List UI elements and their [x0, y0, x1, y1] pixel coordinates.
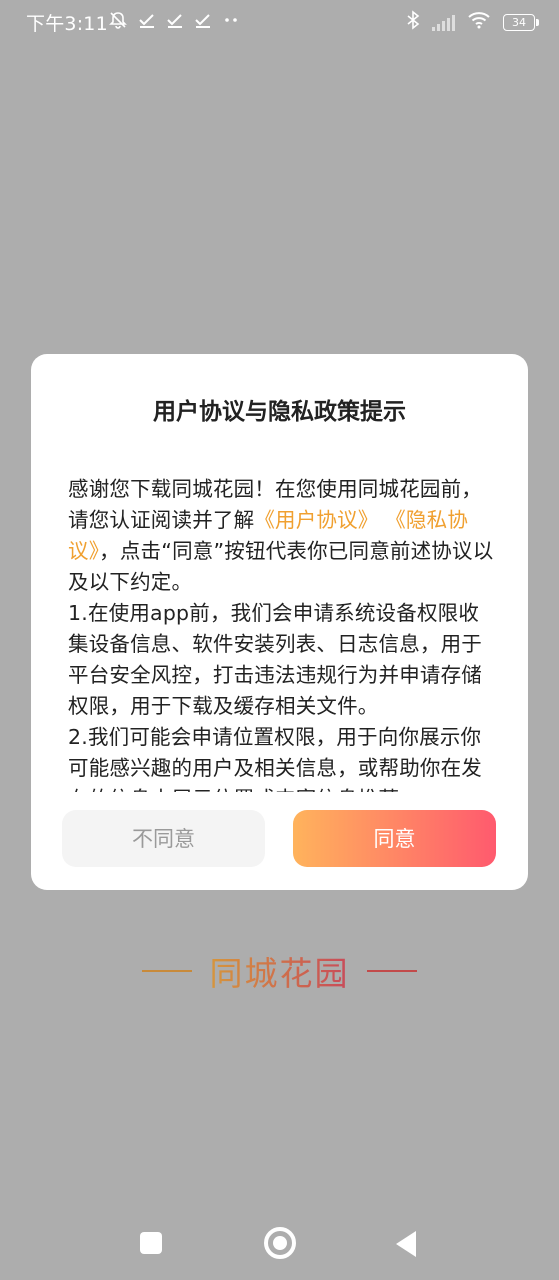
- brand-logo: 同城花园: [0, 947, 559, 995]
- home-icon[interactable]: [264, 1227, 296, 1259]
- wifi-icon: [467, 11, 491, 34]
- brand-divider-right: [366, 970, 417, 972]
- status-bar: 下午3:11 34: [0, 0, 559, 42]
- back-icon[interactable]: [396, 1231, 416, 1257]
- check-icon: [166, 11, 184, 34]
- bluetooth-icon: [406, 10, 420, 35]
- status-notification-icons: [108, 10, 240, 35]
- dialog-title: 用户协议与隐私政策提示: [153, 399, 406, 425]
- status-time: 下午3:11: [26, 13, 108, 35]
- status-system-icons: 34: [406, 10, 539, 35]
- dialog-body[interactable]: 感谢您下载同城花园！在您使用同城花园前，请您认证阅读并了解《用户协议》 《隐私协…: [68, 474, 496, 792]
- brand-divider-left: [142, 970, 193, 972]
- muted-bell-icon: [108, 10, 128, 35]
- agreement-item-2: 2.我们可能会申请位置权限，用于向你展示你可能感兴趣的用户及相关信息，或帮助你在…: [68, 725, 482, 792]
- signal-icon: [432, 14, 455, 31]
- check-icon: [138, 11, 156, 34]
- more-dots-icon: [222, 11, 240, 34]
- recents-icon[interactable]: [140, 1232, 162, 1254]
- agreement-item-1: 1.在使用app前，我们会申请系统设备权限收集设备信息、软件安装列表、日志信息，…: [68, 601, 482, 718]
- brand-name: 同城花园: [210, 947, 350, 995]
- check-icon: [194, 11, 212, 34]
- battery-icon: 34: [503, 14, 539, 31]
- disagree-button[interactable]: 不同意: [62, 810, 265, 867]
- intro-text-2: ，点击“同意”按钮代表你已同意前述协议以及以下约定。: [68, 539, 494, 594]
- navigation-bar: [0, 1210, 559, 1280]
- privacy-dialog: 用户协议与隐私政策提示 感谢您下载同城花园！在您使用同城花园前，请您认证阅读并了…: [31, 354, 528, 890]
- agree-button[interactable]: 同意: [293, 810, 496, 867]
- user-agreement-link[interactable]: 《用户协议》: [254, 508, 378, 532]
- agreement-intro: 感谢您下载同城花园！在您使用同城花园前，请您认证阅读并了解《用户协议》 《隐私协…: [68, 474, 496, 598]
